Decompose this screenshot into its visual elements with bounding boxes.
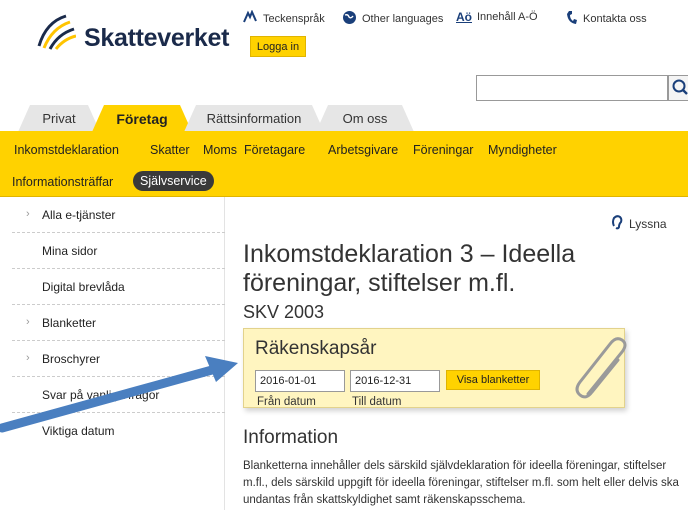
util-link-sign-language[interactable]: Teckenspråk [242,9,325,27]
sidebar-item-label: Blanketter [42,315,97,330]
tab-rattsinformation[interactable]: Rättsinformation [184,105,324,132]
chevron-right-icon: › [26,316,30,328]
sidebar-item-blanketter[interactable]: › Blanketter [12,305,225,341]
info-body-text: Blanketterna innehåller dels särskild sj… [243,460,679,506]
util-link-label: Other languages [362,13,444,25]
util-link-other-languages[interactable]: Other languages [342,10,443,28]
to-date-hint: Till datum [352,396,402,408]
logo-text[interactable]: Skatteverket [84,24,229,53]
util-link-contact[interactable]: Kontakta oss [566,10,647,28]
tab-privat[interactable]: Privat [18,105,100,132]
sidebar-item-alla-e-tjanster[interactable]: › Alla e-tjänster [12,197,225,233]
nav-link-moms[interactable]: Moms [203,143,237,157]
sidebar-item-label: Mina sidor [42,243,98,258]
util-link-label: Innehåll A-Ö [477,11,538,23]
tab-foretag[interactable]: Företag [92,105,192,132]
page-title: Inkomstdeklaration 3 – Ideella föreninga… [243,240,576,297]
nav-link-arbetsgivare[interactable]: Arbetsgivare [328,143,398,157]
nav-link-myndigheter[interactable]: Myndigheter [488,143,557,157]
ao-index-icon: Aö [456,10,472,24]
sidebar-item-label: Alla e-tjänster [42,207,116,222]
nav-link-foreningar[interactable]: Föreningar [413,143,473,157]
nav-link-foretagare[interactable]: Företagare [244,143,305,157]
to-date-input[interactable]: 2016-12-31 [350,370,440,392]
info-heading: Information [243,427,339,448]
nav-link-skatter[interactable]: Skatter [150,143,190,157]
util-link-label: Kontakta oss [583,13,647,25]
search-icon [672,79,688,95]
search-input[interactable] [476,75,668,101]
sign-language-icon [242,9,258,27]
fiscal-year-label: Räkenskapsår [255,338,377,359]
nav-link-sjalvservice[interactable]: Självservice [133,171,214,191]
ear-icon [610,214,624,233]
listen-button[interactable]: Lyssna [610,214,667,233]
from-date-hint: Från datum [257,396,316,408]
listen-label: Lyssna [629,216,667,231]
form-code: SKV 2003 [243,302,325,322]
login-button[interactable]: Logga in [250,36,306,57]
chevron-right-icon: › [26,208,30,220]
util-link-label: Teckenspråk [263,12,325,25]
show-forms-button[interactable]: Visa blanketter [446,370,540,390]
annotation-arrow [0,356,238,433]
tab-om-oss[interactable]: Om oss [316,105,414,132]
sidebar-item-label: Digital brevlåda [42,279,125,294]
sidebar-item-digital-brevlada[interactable]: Digital brevlåda [12,269,225,305]
nav-link-informationstraffar[interactable]: Informationsträffar [12,175,113,189]
nav-link-inkomstdeklaration[interactable]: Inkomstdeklaration [14,143,119,157]
phone-icon [566,10,578,28]
paperclip-icon [575,337,627,399]
skatteverket-logo-icon[interactable] [36,12,77,50]
search-button[interactable] [668,75,688,101]
sidebar-item-mina-sidor[interactable]: Mina sidor [12,233,225,269]
util-link-index[interactable]: Aö Innehåll A-Ö [456,10,538,24]
globe-icon [342,10,357,28]
from-date-input[interactable]: 2016-01-01 [255,370,345,392]
